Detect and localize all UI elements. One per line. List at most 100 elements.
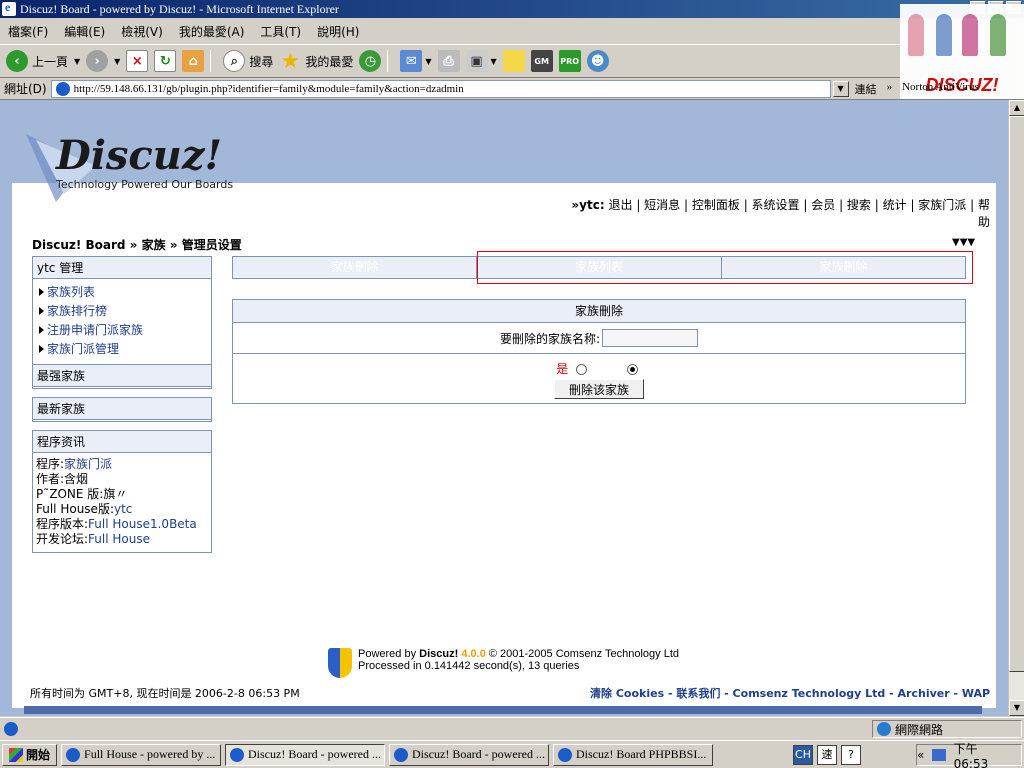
refresh-button[interactable]: ↻ <box>154 50 177 72</box>
menu-favorites[interactable]: 我的最愛(A) <box>171 23 253 40</box>
nav-members[interactable]: 会员 <box>811 198 835 212</box>
copyright: © 2001-2005 Comsenz Technology Ltd <box>488 648 680 660</box>
forum-logo[interactable]: Discuz! Technology Powered Our Boards <box>26 124 236 206</box>
home-icon: ⌂ <box>182 50 205 72</box>
refresh-icon: ↻ <box>154 50 177 72</box>
search-button[interactable]: ⌕ 搜尋 <box>223 50 273 72</box>
yes-radio[interactable] <box>576 364 588 375</box>
sidebar-strongest-title: 最强家族 <box>33 365 211 387</box>
messenger-button[interactable]: ☻ <box>586 50 609 72</box>
footer-bar <box>24 706 982 714</box>
nav-system-settings[interactable]: 系统设置 <box>752 198 800 212</box>
delete-name-row: 要刪除的家族名称: <box>233 323 965 354</box>
powered-version: 4.0.0 <box>461 648 486 660</box>
clock[interactable]: 下午 06:53 <box>954 740 1013 768</box>
back-button[interactable]: ‹ 上一頁 ▼ <box>6 50 80 72</box>
menu-edit[interactable]: 編輯(E) <box>56 23 113 40</box>
chevron-down-icon: ▼ <box>490 56 497 66</box>
task-discuz-1[interactable]: Discuz! Board - powered ... <box>225 743 386 766</box>
sidebar-item-register[interactable]: 注册申请门派家族 <box>33 321 211 340</box>
star-icon: ★ <box>280 48 301 74</box>
home-button[interactable]: ⌂ <box>182 50 205 72</box>
person-pink-icon <box>908 14 924 56</box>
tray-expand-icon[interactable]: « <box>917 748 924 762</box>
ime-lang-indicator[interactable]: CH <box>793 744 814 765</box>
edit-button[interactable]: ▣ ▼ <box>465 50 497 72</box>
sidebar-item-family-list[interactable]: 家族列表 <box>33 283 211 302</box>
favorites-label: 我的最愛 <box>305 54 354 69</box>
info-author: 作者:含烟 <box>36 472 89 486</box>
address-label: 網址(D) <box>4 82 47 96</box>
mail-button[interactable]: ✉ ▼ <box>400 50 432 72</box>
security-zone: 網際網路 <box>872 720 1022 738</box>
game-button[interactable]: GM <box>530 50 553 72</box>
messenger-icon: ☻ <box>586 50 609 72</box>
delete-name-label: 要刪除的家族名称: <box>499 331 601 346</box>
address-dropdown-button[interactable]: ▼ <box>832 80 849 97</box>
more-chevron-icon[interactable]: » <box>887 81 893 97</box>
address-input[interactable]: http://59.148.66.131/gb/plugin.php?ident… <box>50 79 831 98</box>
task-discuz-2[interactable]: Discuz! Board - powered ... <box>389 743 550 766</box>
footer-links[interactable]: 清除 Cookies - 联系我们 - Comsenz Technology L… <box>590 685 990 701</box>
delete-name-input[interactable] <box>602 329 699 347</box>
scroll-thumb[interactable] <box>1009 116 1024 672</box>
info-forum: 开发论坛:Full House <box>36 532 150 546</box>
info-version: 程序版本:Full House1.0Beta <box>36 517 197 531</box>
nav-logout[interactable]: 退出 <box>608 198 632 212</box>
scroll-down-button[interactable]: ▼ <box>1009 700 1024 716</box>
no-radio[interactable] <box>626 364 638 375</box>
delete-family-button[interactable]: 刪除该家族 <box>554 379 644 399</box>
system-tray: « 下午 06:53 <box>916 742 1022 768</box>
chevron-down-icon: ▼ <box>425 56 432 66</box>
info-pzone: P˜ZONE 版:旗〃 <box>36 487 128 501</box>
sidebar-admin-title: ytc 管理 <box>33 257 211 279</box>
menu-file[interactable]: 檔案(F) <box>0 23 56 40</box>
print-button[interactable]: ⎙ <box>437 50 460 72</box>
sidebar-item-family-ranking[interactable]: 家族排行榜 <box>33 302 211 321</box>
sidebar-item-family-manage[interactable]: 家族门派管理 <box>33 340 211 359</box>
menu-help[interactable]: 說明(H) <box>309 23 367 40</box>
collapse-arrows-icon[interactable]: ▼▼▼ <box>952 237 975 248</box>
toolbar: ‹ 上一頁 ▼ › ▼ × ↻ ⌂ ⌕ 搜尋 ★ 我的最愛 ◷ ✉ ▼ ⎙ ▣ ▼ … <box>0 44 900 78</box>
ie-icon <box>558 747 573 762</box>
edit-icon: ▣ <box>465 50 488 72</box>
note-button[interactable] <box>502 50 525 72</box>
nav-messages[interactable]: 短消息 <box>644 198 680 212</box>
chevron-down-icon: ▼ <box>74 56 81 66</box>
person-green-icon <box>990 14 1006 56</box>
nav-search[interactable]: 搜索 <box>847 198 871 212</box>
menu-bar: 檔案(F) 編輯(E) 檢視(V) 我的最愛(A) 工具(T) 說明(H) <box>0 18 900 44</box>
help-icon[interactable]: ? <box>841 744 862 765</box>
printer-icon: ⎙ <box>437 50 460 72</box>
search-icon: ⌕ <box>223 50 246 72</box>
task-fullhouse[interactable]: Full House - powered by ... <box>61 743 222 766</box>
menu-tools[interactable]: 工具(T) <box>252 23 309 40</box>
ime-mode-indicator[interactable]: 速 <box>817 744 838 765</box>
links-label[interactable]: 連結 <box>855 81 877 97</box>
start-button[interactable]: 開始 <box>2 743 58 766</box>
menu-view[interactable]: 檢視(V) <box>113 23 171 40</box>
nav-control-panel[interactable]: 控制面板 <box>692 198 740 212</box>
icq-icon: PRO <box>558 50 581 72</box>
window-title-bar[interactable]: Discuz! Board - powered by Discuz! - Mic… <box>0 0 1024 18</box>
stop-button[interactable]: × <box>126 50 149 72</box>
powered-brand[interactable]: Discuz! <box>419 648 458 660</box>
page-status-icon <box>4 721 18 736</box>
forward-button[interactable]: › ▼ <box>86 50 120 72</box>
norton-label[interactable]: Norton AntiVirus <box>902 81 979 97</box>
vertical-scrollbar[interactable]: ▲ ▼ <box>1008 100 1024 716</box>
nav-stats[interactable]: 统计 <box>883 198 907 212</box>
tab-family-delete[interactable]: 家族刪除 <box>233 257 478 278</box>
history-button[interactable]: ◷ <box>359 50 382 72</box>
favorites-button[interactable]: ★ 我的最愛 <box>279 48 354 74</box>
breadcrumb[interactable]: Discuz! Board » 家族 » 管理员设置 <box>32 236 242 253</box>
nav-family[interactable]: 家族门派 <box>918 198 966 212</box>
scroll-up-button[interactable]: ▲ <box>1009 100 1024 116</box>
nav-help[interactable]: 帮助 <box>978 198 990 229</box>
delete-panel-title: 家族刪除 <box>233 300 965 323</box>
icq-button[interactable]: PRO <box>558 50 581 72</box>
task-discuz-3[interactable]: Discuz! Board PHPBBSI... <box>553 743 714 766</box>
delete-panel: 家族刪除 要刪除的家族名称: 是 刪除该家族 <box>232 299 966 404</box>
username[interactable]: ytc <box>579 198 600 212</box>
network-icon[interactable] <box>932 749 946 761</box>
